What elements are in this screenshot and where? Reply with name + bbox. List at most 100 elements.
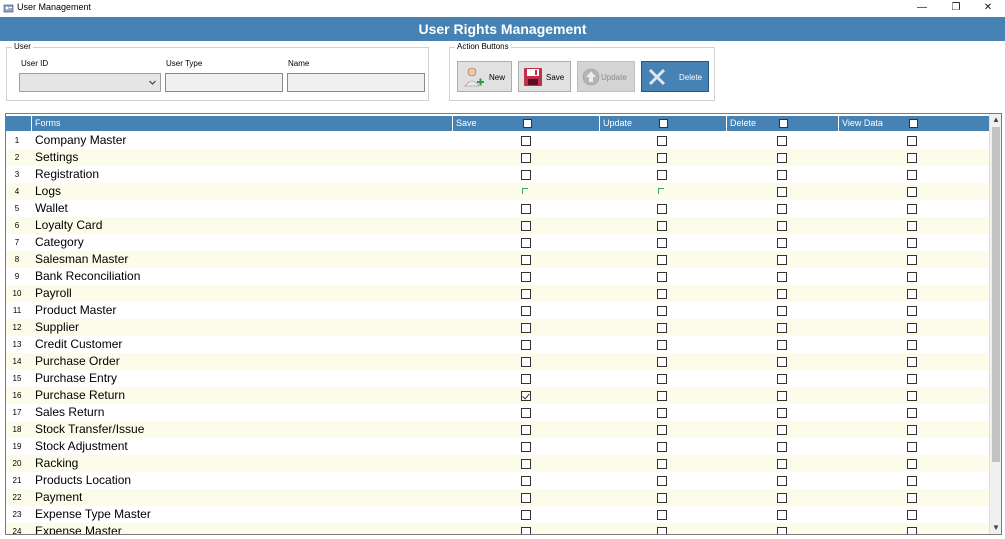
user-id-combo[interactable] — [19, 73, 161, 92]
save-checkbox[interactable] — [521, 306, 531, 316]
save-checkbox[interactable] — [521, 170, 531, 180]
save-checkbox[interactable] — [521, 408, 531, 418]
delete-checkbox[interactable] — [777, 391, 787, 401]
table-row[interactable]: 2 Settings — [6, 149, 989, 166]
delete-checkbox[interactable] — [777, 374, 787, 384]
select-all-update-checkbox[interactable] — [659, 119, 668, 128]
table-row[interactable]: 4 Logs — [6, 183, 989, 200]
table-row[interactable]: 20 Racking — [6, 455, 989, 472]
save-checkbox[interactable] — [521, 187, 531, 197]
view-data-checkbox[interactable] — [907, 425, 917, 435]
view-data-checkbox[interactable] — [907, 357, 917, 367]
save-checkbox[interactable] — [521, 442, 531, 452]
table-row[interactable]: 24 Expense Master — [6, 523, 989, 534]
update-checkbox[interactable] — [657, 340, 667, 350]
view-data-checkbox[interactable] — [907, 170, 917, 180]
view-data-checkbox[interactable] — [907, 238, 917, 248]
select-all-view-data-checkbox[interactable] — [909, 119, 918, 128]
update-checkbox[interactable] — [657, 289, 667, 299]
save-checkbox[interactable] — [521, 493, 531, 503]
delete-checkbox[interactable] — [777, 187, 787, 197]
view-data-checkbox[interactable] — [907, 306, 917, 316]
update-checkbox[interactable] — [657, 391, 667, 401]
delete-checkbox[interactable] — [777, 289, 787, 299]
name-field[interactable] — [287, 73, 425, 92]
table-row[interactable]: 3 Registration — [6, 166, 989, 183]
update-checkbox[interactable] — [657, 527, 667, 534]
table-row[interactable]: 9 Bank Reconciliation — [6, 268, 989, 285]
delete-checkbox[interactable] — [777, 238, 787, 248]
view-data-checkbox[interactable] — [907, 527, 917, 534]
view-data-checkbox[interactable] — [907, 493, 917, 503]
delete-checkbox[interactable] — [777, 255, 787, 265]
table-row[interactable]: 7 Category — [6, 234, 989, 251]
table-row[interactable]: 23 Expense Type Master — [6, 506, 989, 523]
table-row[interactable]: 15 Purchase Entry — [6, 370, 989, 387]
table-row[interactable]: 12 Supplier — [6, 319, 989, 336]
update-checkbox[interactable] — [657, 204, 667, 214]
delete-checkbox[interactable] — [777, 170, 787, 180]
save-checkbox[interactable] — [521, 153, 531, 163]
vertical-scrollbar[interactable]: ▲ ▼ — [989, 114, 1001, 534]
table-row[interactable]: 11 Product Master — [6, 302, 989, 319]
delete-checkbox[interactable] — [777, 306, 787, 316]
user-type-field[interactable] — [165, 73, 283, 92]
save-checkbox[interactable] — [521, 391, 531, 401]
delete-checkbox[interactable] — [777, 204, 787, 214]
table-row[interactable]: 5 Wallet — [6, 200, 989, 217]
view-data-checkbox[interactable] — [907, 289, 917, 299]
delete-checkbox[interactable] — [777, 357, 787, 367]
view-data-checkbox[interactable] — [907, 204, 917, 214]
table-row[interactable]: 6 Loyalty Card — [6, 217, 989, 234]
view-data-checkbox[interactable] — [907, 340, 917, 350]
update-checkbox[interactable] — [657, 187, 667, 197]
delete-checkbox[interactable] — [777, 425, 787, 435]
save-checkbox[interactable] — [521, 510, 531, 520]
view-data-checkbox[interactable] — [907, 374, 917, 384]
view-data-checkbox[interactable] — [907, 442, 917, 452]
table-row[interactable]: 17 Sales Return — [6, 404, 989, 421]
update-checkbox[interactable] — [657, 272, 667, 282]
update-checkbox[interactable] — [657, 510, 667, 520]
save-checkbox[interactable] — [521, 425, 531, 435]
save-checkbox[interactable] — [521, 374, 531, 384]
save-checkbox[interactable] — [521, 357, 531, 367]
update-checkbox[interactable] — [657, 153, 667, 163]
scroll-down-icon[interactable]: ▼ — [990, 522, 1001, 534]
update-checkbox[interactable] — [657, 170, 667, 180]
delete-checkbox[interactable] — [777, 493, 787, 503]
save-checkbox[interactable] — [521, 476, 531, 486]
scroll-up-icon[interactable]: ▲ — [990, 114, 1001, 126]
close-button[interactable]: ✕ — [971, 0, 1005, 17]
column-header-forms[interactable]: Forms — [32, 116, 453, 131]
select-all-delete-checkbox[interactable] — [779, 119, 788, 128]
update-checkbox[interactable] — [657, 306, 667, 316]
view-data-checkbox[interactable] — [907, 221, 917, 231]
view-data-checkbox[interactable] — [907, 323, 917, 333]
update-checkbox[interactable] — [657, 323, 667, 333]
view-data-checkbox[interactable] — [907, 272, 917, 282]
new-button[interactable]: New — [457, 61, 512, 92]
delete-checkbox[interactable] — [777, 527, 787, 534]
view-data-checkbox[interactable] — [907, 510, 917, 520]
delete-checkbox[interactable] — [777, 272, 787, 282]
save-checkbox[interactable] — [521, 255, 531, 265]
update-checkbox[interactable] — [657, 493, 667, 503]
delete-checkbox[interactable] — [777, 221, 787, 231]
view-data-checkbox[interactable] — [907, 255, 917, 265]
update-checkbox[interactable] — [657, 442, 667, 452]
save-checkbox[interactable] — [521, 204, 531, 214]
update-checkbox[interactable] — [657, 136, 667, 146]
table-row[interactable]: 13 Credit Customer — [6, 336, 989, 353]
update-checkbox[interactable] — [657, 476, 667, 486]
delete-checkbox[interactable] — [777, 510, 787, 520]
delete-checkbox[interactable] — [777, 136, 787, 146]
view-data-checkbox[interactable] — [907, 408, 917, 418]
select-all-save-checkbox[interactable] — [523, 119, 532, 128]
view-data-checkbox[interactable] — [907, 476, 917, 486]
view-data-checkbox[interactable] — [907, 153, 917, 163]
minimize-button[interactable]: — — [905, 0, 939, 17]
table-row[interactable]: 8 Salesman Master — [6, 251, 989, 268]
delete-checkbox[interactable] — [777, 153, 787, 163]
view-data-checkbox[interactable] — [907, 391, 917, 401]
